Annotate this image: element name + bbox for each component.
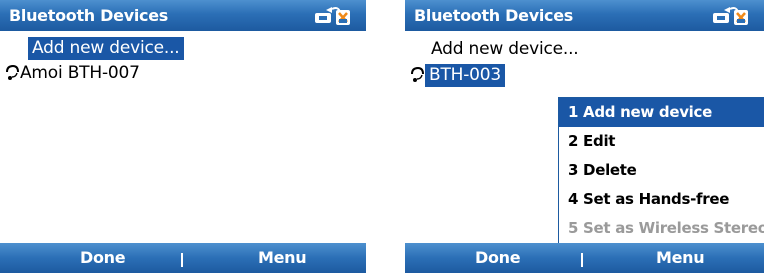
menu-softkey[interactable]: Menu [258, 248, 307, 267]
menu-item-delete[interactable]: 3 Delete [559, 156, 764, 185]
done-softkey[interactable]: Done [80, 248, 126, 267]
softkey-bar: Done Menu [405, 243, 764, 273]
connection-status-icon [315, 7, 350, 25]
context-menu: 1 Add new device 2 Edit 3 Delete 4 Set a… [558, 97, 764, 244]
softkey-bar: Done Menu [0, 243, 366, 273]
add-new-device-item[interactable]: Add new device... [28, 37, 184, 60]
title-bar: Bluetooth Devices [0, 0, 366, 31]
softkey-divider [181, 253, 183, 267]
left-screen: Bluetooth Devices Add new device... Amoi… [0, 0, 366, 273]
add-new-device-item[interactable]: Add new device... [431, 39, 579, 59]
menu-item-set-wireless-stereo: 5 Set as Wireless Stereo [568, 219, 764, 237]
menu-item-edit[interactable]: 2 Edit [559, 127, 764, 156]
headset-icon [411, 66, 424, 82]
screen-title: Bluetooth Devices [9, 6, 168, 25]
done-softkey[interactable]: Done [475, 248, 521, 267]
menu-softkey[interactable]: Menu [656, 248, 705, 267]
screen-title: Bluetooth Devices [414, 6, 573, 25]
menu-item-set-hands-free[interactable]: 4 Set as Hands-free [559, 185, 764, 214]
device-list-item[interactable]: BTH-003 [425, 64, 506, 87]
title-bar: Bluetooth Devices [405, 0, 764, 31]
right-screen: Bluetooth Devices Add new device... BTH-… [405, 0, 764, 273]
headset-icon [6, 64, 19, 80]
softkey-divider [581, 253, 583, 267]
menu-item-add-new-device[interactable]: 1 Add new device [559, 98, 764, 127]
connection-status-icon [713, 7, 748, 25]
device-list-item[interactable]: Amoi BTH-007 [20, 63, 140, 83]
